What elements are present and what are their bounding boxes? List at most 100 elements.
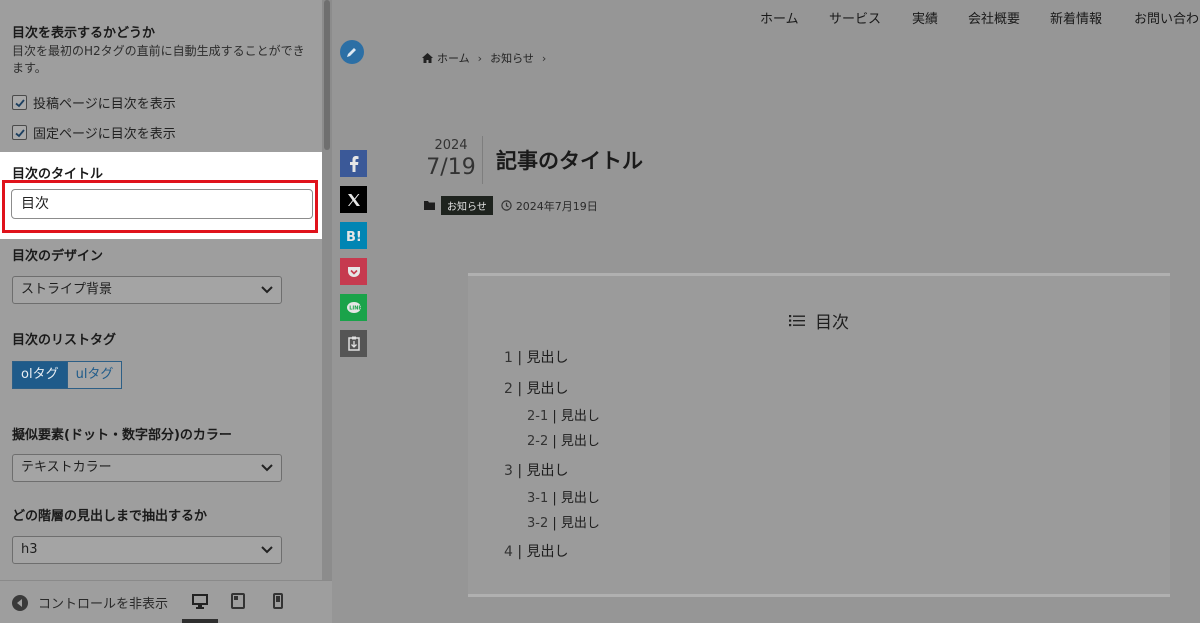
svg-text:LINE: LINE	[349, 305, 362, 311]
hide-controls-label: コントロールを非表示	[38, 597, 169, 612]
chevron-right-icon: ›	[541, 51, 547, 65]
svg-text:B!: B!	[346, 230, 362, 243]
site-preview: ホーム サービス 実績 会社概要 新着情報 お問い合わ ホーム › お知らせ ›…	[332, 0, 1200, 623]
checkbox-post[interactable]	[12, 95, 27, 110]
table-of-contents: 目次 1 | 見出し 2 | 見出し 2-1 | 見出し 2-2 | 見出し 3…	[468, 273, 1170, 597]
toc-subitem-text: 見出し	[560, 516, 600, 531]
panel-scroll-thumb[interactable]	[324, 0, 330, 150]
toc-display-title: 目次を表示するかどうか	[12, 26, 156, 41]
line-icon: LINE	[346, 301, 362, 313]
toc-item[interactable]: 4 | 見出し	[504, 541, 569, 561]
toc-item-number: 4	[504, 544, 513, 560]
toc-item-text: 見出し	[526, 381, 569, 397]
x-share-button[interactable]	[340, 186, 367, 213]
toc-subitem-text: 見出し	[560, 434, 600, 449]
checkbox-page[interactable]	[12, 125, 27, 140]
checkbox-row-post[interactable]: 投稿ページに目次を表示	[12, 93, 176, 112]
nav-item-works[interactable]: 実績	[912, 8, 938, 27]
toc-item[interactable]: 1 | 見出し	[504, 347, 569, 367]
chevron-down-icon	[261, 464, 273, 472]
breadcrumb-news[interactable]: お知らせ	[490, 50, 534, 66]
pseudo-color-select[interactable]: テキストカラー	[12, 454, 282, 482]
ol-tag-button[interactable]: olタグ	[12, 361, 68, 389]
toc-subitem-number: 2-2	[527, 434, 549, 449]
toc-design-label: 目次のデザイン	[12, 249, 104, 264]
list-icon	[789, 315, 805, 327]
toc-subitem-text: 見出し	[560, 409, 600, 424]
nav-item-news[interactable]: 新着情報	[1050, 8, 1102, 27]
category-badge[interactable]: お知らせ	[441, 196, 493, 215]
toc-item[interactable]: 3 | 見出し	[504, 460, 569, 480]
post-date-month-day: 7/19	[426, 155, 476, 180]
mobile-preview-icon[interactable]	[268, 591, 288, 611]
toc-item-number: 2	[504, 381, 513, 397]
toc-heading-text: 目次	[815, 313, 849, 333]
heading-depth-label: どの階層の見出しまで抽出するか	[12, 509, 208, 524]
toc-subitem[interactable]: 2-1 | 見出し	[527, 405, 600, 424]
desktop-preview-icon[interactable]	[190, 591, 210, 611]
toc-item[interactable]: 2 | 見出し	[504, 378, 569, 398]
toc-subitem[interactable]: 2-2 | 見出し	[527, 430, 600, 449]
facebook-icon	[349, 155, 358, 172]
toc-item-text: 見出し	[526, 350, 569, 366]
heading-depth-value: h3	[21, 542, 38, 557]
toc-subitem-number: 3-1	[527, 491, 549, 506]
line-share-button[interactable]: LINE	[340, 294, 367, 321]
clipboard-icon	[347, 336, 360, 351]
breadcrumb: ホーム › お知らせ ›	[422, 50, 554, 66]
pocket-share-button[interactable]	[340, 258, 367, 285]
date-divider	[482, 136, 483, 184]
post-date: 2024 7/19	[420, 138, 482, 180]
toc-item-number: 1	[504, 350, 513, 366]
toc-subitem-number: 2-1	[527, 409, 549, 424]
clock-icon	[501, 200, 512, 211]
post-title: 記事のタイトル	[496, 149, 643, 173]
nav-item-contact[interactable]: お問い合わ	[1134, 8, 1199, 27]
nav-item-home[interactable]: ホーム	[760, 8, 799, 27]
panel-footer: コントロールを非表示	[0, 580, 332, 623]
hatena-bookmark-icon: B!	[346, 230, 362, 243]
toc-subitem-number: 3-2	[527, 516, 549, 531]
post-meta: お知らせ 2024年7月19日	[424, 196, 598, 215]
toc-list-tag-group: olタグ ulタグ	[12, 361, 123, 389]
checkbox-page-label: 固定ページに目次を表示	[33, 127, 176, 142]
chevron-down-icon	[261, 286, 273, 294]
edit-shortcut-button[interactable]	[340, 40, 364, 64]
toc-list-tag-label: 目次のリストタグ	[12, 333, 117, 348]
folder-icon	[424, 201, 435, 210]
toc-heading: 目次	[468, 308, 1170, 333]
nav-item-company[interactable]: 会社概要	[968, 8, 1020, 27]
toc-item-text: 見出し	[526, 544, 569, 560]
x-logo-icon	[347, 193, 360, 206]
published-date: 2024年7月19日	[515, 199, 598, 213]
toc-design-select[interactable]: ストライプ背景	[12, 276, 282, 304]
pocket-icon	[347, 266, 360, 277]
customizer-panel: 目次を表示するかどうか 目次を最初のH2タグの直前に自動生成することができます。…	[0, 0, 332, 623]
checkbox-row-page[interactable]: 固定ページに目次を表示	[12, 123, 176, 142]
toc-display-description: 目次を最初のH2タグの直前に自動生成することができます。	[12, 44, 305, 75]
check-icon	[14, 98, 25, 107]
post-date-year: 2024	[434, 138, 468, 153]
desktop-active-indicator	[182, 619, 218, 623]
facebook-share-button[interactable]	[340, 150, 367, 177]
toc-subitem[interactable]: 3-2 | 見出し	[527, 512, 600, 531]
toc-title-input[interactable]: 目次	[11, 189, 313, 219]
toc-subitem[interactable]: 3-1 | 見出し	[527, 487, 600, 506]
chevron-right-icon: ›	[477, 51, 483, 65]
toc-subitem-text: 見出し	[560, 491, 600, 506]
tablet-preview-icon[interactable]	[228, 591, 248, 611]
heading-depth-select[interactable]: h3	[12, 536, 282, 564]
pseudo-color-value: テキストカラー	[21, 460, 112, 475]
copy-link-button[interactable]	[340, 330, 367, 357]
ul-tag-button[interactable]: ulタグ	[67, 361, 123, 389]
home-icon	[422, 53, 433, 63]
pseudo-color-label: 擬似要素(ドット・数字部分)のカラー	[12, 428, 232, 443]
nav-item-service[interactable]: サービス	[829, 8, 881, 27]
breadcrumb-home[interactable]: ホーム	[437, 50, 470, 66]
toc-item-text: 見出し	[526, 463, 569, 479]
arrow-left-circle-icon	[12, 594, 28, 611]
hatena-share-button[interactable]: B!	[340, 222, 367, 249]
pencil-icon	[347, 48, 356, 57]
hide-controls-button[interactable]: コントロールを非表示	[12, 593, 168, 612]
toc-item-number: 3	[504, 463, 513, 479]
